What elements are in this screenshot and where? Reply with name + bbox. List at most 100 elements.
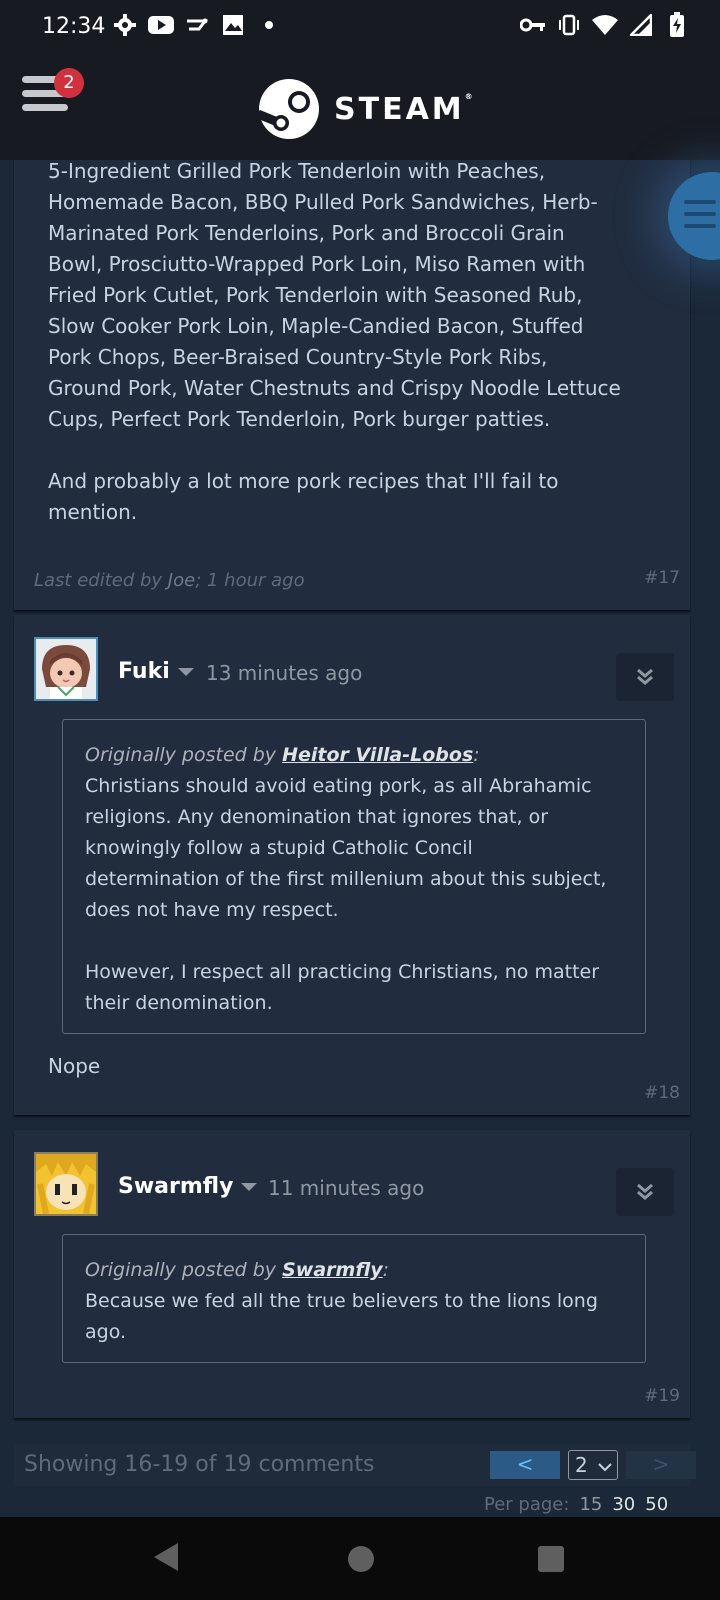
pagination: Showing 16-19 of 19 comments < 2 > [14,1444,696,1486]
text-line: mention. [48,500,138,524]
collapse-button[interactable] [616,653,674,701]
text-line: Bowl, Prosciutto-Wrapped Pork Loin, Miso… [48,252,586,276]
quote-line: However, I respect all practicing Christ… [85,961,600,983]
quote-prefix: Originally posted by [85,744,283,766]
system-nav-bar [0,1517,720,1600]
menu-icon-bar-3 [22,104,68,111]
list-icon-bar-2 [684,212,716,216]
comment-reply: Nope [48,1054,101,1078]
quote-block: Originally posted by Heitor Villa-Lobos:… [62,719,646,1034]
app-header: 2 STEAM® [0,52,720,160]
page-select-value: 2 [575,1453,588,1477]
chevron-down-icon[interactable] [177,668,194,676]
dot-icon [256,12,282,38]
quote-line: ago. [85,1321,127,1343]
quote-line: Christians should avoid eating pork, as … [85,775,592,797]
quote-author-link[interactable]: Swarmfly [282,1259,383,1281]
text-line: Fried Pork Cutlet, Pork Tenderloin with … [48,283,583,307]
text-line: And probably a lot more pork recipes tha… [48,469,559,493]
youtube-icon [148,12,174,38]
list-icon-bar-3 [684,224,716,228]
quote-colon: : [382,1259,390,1281]
quote-line: Because we fed all the true believers to… [85,1290,598,1312]
text-line: Homemade Bacon, BBQ Pulled Pork Sandwich… [48,190,598,214]
per-page-label: Per page: [484,1494,570,1515]
quote-prefix: Originally posted by [85,1259,283,1281]
quote-line: determination of the first millenium abo… [85,868,607,890]
text-line: Slow Cooker Pork Loin, Maple-Candied Bac… [48,314,584,338]
prev-page-button[interactable]: < [490,1451,560,1479]
gallery-icon [220,12,246,38]
post-time: 11 minutes ago [268,1176,425,1200]
status-time: 12:34 [42,14,106,39]
quote-block: Originally posted by Swarmfly: Because w… [62,1234,646,1363]
text-line: Ground Pork, Water Chestnuts and Crispy … [48,376,621,400]
steam-logo-icon [258,79,319,139]
comment-body: 5-Ingredient Grilled Pork Tenderloin wit… [48,160,658,528]
edit-prefix: Last edited by [34,570,168,591]
double-chevron-down-icon [637,668,653,685]
chevron-down-icon [598,1463,612,1472]
comment-card-18: Fuki 13 minutes ago Originally posted by… [14,615,690,1115]
edit-author[interactable]: Joe [168,570,195,591]
quote-line: religions. Any denomination that ignores… [85,806,549,828]
wifi-icon [592,12,618,38]
edit-time: ; 1 hour ago [195,570,305,591]
per-page-30[interactable]: 30 [612,1494,635,1515]
app-icon [184,12,210,38]
comment-number[interactable]: #19 [644,1386,680,1406]
comment-card-17: 5-Ingredient Grilled Pork Tenderloin wit… [14,160,690,610]
chevron-down-icon[interactable] [241,1183,258,1191]
per-page-15[interactable]: 15 [579,1494,602,1515]
next-page-button[interactable]: > [626,1451,696,1479]
quote-line: their denomination. [85,992,273,1014]
quote-header: Originally posted by Heitor Villa-Lobos: [85,740,625,771]
list-icon [684,200,716,204]
quote-author-link[interactable]: Heitor Villa-Lobos [282,744,473,766]
home-icon[interactable] [348,1546,374,1572]
comment-card-19: Swarmfly 11 minutes ago Originally poste… [14,1130,690,1418]
quote-header: Originally posted by Swarmfly: [85,1255,625,1286]
author-label: Swarmfly [118,1174,234,1199]
comments-feed[interactable]: 5-Ingredient Grilled Pork Tenderloin wit… [0,160,720,1517]
notification-badge: 2 [54,68,84,98]
back-icon[interactable] [154,1543,178,1571]
edit-note: Last edited by Joe; 1 hour ago [34,570,305,591]
battery-icon [664,12,690,38]
text-line: Pork Chops, Beer-Braised Country-Style P… [48,345,548,369]
status-right-icons [520,12,690,38]
vibrate-icon [556,12,582,38]
status-left-icons [112,12,282,38]
avatar[interactable] [34,637,98,701]
quote-colon: : [473,744,480,766]
author-label: Fuki [118,659,170,684]
avatar[interactable] [34,1152,98,1216]
collapse-button[interactable] [616,1168,674,1216]
per-page: Per page: 15 30 50 [484,1494,668,1515]
registered-mark: ® [464,91,473,101]
status-bar: 12:34 [0,0,720,52]
text-line: Cups, Perfect Pork Tenderloin, Pork burg… [48,407,551,431]
text-line: 5-Ingredient Grilled Pork Tenderloin wit… [48,160,546,183]
recents-icon[interactable] [538,1546,564,1572]
logo-text: STEAM [334,91,465,127]
signal-icon [628,12,654,38]
showing-count: Showing 16-19 of 19 comments [24,1452,375,1477]
page-select[interactable]: 2 [568,1450,618,1480]
per-page-50[interactable]: 50 [645,1494,668,1515]
double-chevron-down-icon [637,1183,653,1200]
app-root: 12:34 2 STEAM® 5-Ingredient Grilled Pork… [0,0,720,1600]
gear-icon [112,12,138,38]
steam-logo-text: STEAM® [334,92,473,127]
author-name[interactable]: Fuki [118,659,194,684]
comment-number[interactable]: #18 [644,1083,680,1103]
post-time: 13 minutes ago [206,661,363,685]
text-line: Marinated Pork Tenderloins, Pork and Bro… [48,221,565,245]
quote-line: does not have my respect. [85,899,339,921]
author-name[interactable]: Swarmfly [118,1174,258,1199]
steam-logo[interactable]: STEAM® [258,78,473,140]
quote-line: knowingly follow a stupid Catholic Conci… [85,837,473,859]
comment-number[interactable]: #17 [644,568,680,588]
